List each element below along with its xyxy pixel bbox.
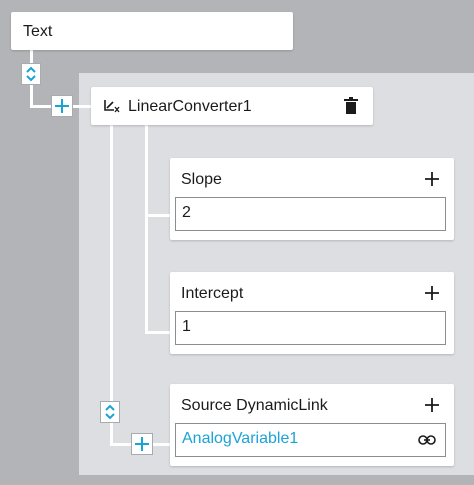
plus-icon — [135, 437, 149, 451]
text-node-label: Text — [23, 23, 53, 40]
add-intercept-button[interactable] — [423, 284, 441, 302]
reorder-button[interactable] — [100, 401, 120, 423]
source-label: Source DynamicLink — [181, 397, 328, 414]
chevron-up-down-icon — [105, 404, 115, 420]
reorder-button[interactable] — [21, 63, 41, 85]
plus-icon — [425, 398, 439, 412]
linear-converter-icon — [104, 100, 120, 113]
source-link-field[interactable]: AnalogVariable1 — [175, 423, 446, 457]
add-converter-button[interactable] — [51, 95, 73, 117]
connector-line — [145, 331, 172, 334]
linear-converter-card[interactable]: LinearConverter1 — [91, 87, 373, 125]
add-slope-button[interactable] — [423, 170, 441, 188]
add-source-button[interactable] — [131, 433, 153, 455]
trash-icon — [344, 97, 358, 114]
slope-card: Slope 2 — [170, 158, 454, 240]
plus-icon — [55, 99, 69, 113]
delete-converter-button[interactable] — [343, 97, 359, 115]
slope-field[interactable]: 2 — [175, 197, 446, 231]
converter-title: LinearConverter1 — [128, 98, 252, 115]
source-dynamiclink-card: Source DynamicLink AnalogVariable1 — [170, 384, 454, 466]
intercept-card: Intercept 1 — [170, 272, 454, 354]
connector-line — [145, 214, 172, 217]
connector-line — [145, 124, 148, 334]
add-source-link-button[interactable] — [423, 396, 441, 414]
source-link-value[interactable]: AnalogVariable1 — [182, 430, 298, 447]
text-node-card[interactable]: Text — [11, 12, 293, 50]
plus-icon — [425, 286, 439, 300]
slope-label: Slope — [181, 171, 222, 188]
connector-line — [110, 124, 113, 446]
intercept-label: Intercept — [181, 285, 244, 302]
link-icon[interactable] — [418, 434, 436, 446]
chevron-up-down-icon — [26, 66, 36, 82]
plus-icon — [425, 172, 439, 186]
intercept-field[interactable]: 1 — [175, 311, 446, 345]
